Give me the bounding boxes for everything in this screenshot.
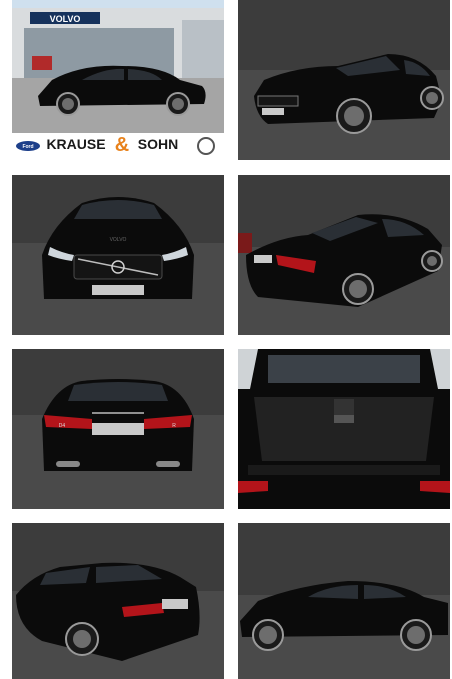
gallery-image-front-three-quarter[interactable]	[238, 0, 450, 160]
dealer-brand-sign: VOLVO	[50, 14, 81, 24]
car-photo-dealer: VOLVO Ford KRAUSE & SOHN	[12, 0, 224, 160]
svg-text:Ford: Ford	[22, 144, 33, 150]
gallery-image-dealer-side[interactable]: VOLVO Ford KRAUSE & SOHN	[12, 0, 224, 160]
dealer-ampersand: &	[115, 134, 129, 156]
car-photo-side	[238, 523, 450, 679]
dealer-name-right: SOHN	[138, 136, 178, 152]
gallery-image-rear-left-three-quarter[interactable]	[12, 523, 224, 679]
rear-badge-left: D4	[59, 423, 66, 429]
car-photo-trunk-open	[238, 349, 450, 509]
gallery-image-rear[interactable]: D4 R	[12, 349, 224, 509]
car-photo-front-three-quarter	[238, 0, 450, 160]
gallery-image-front[interactable]: VOLVO	[12, 175, 224, 335]
dealer-name-left: KRAUSE	[46, 136, 105, 152]
rear-badge-right: R	[172, 423, 176, 429]
gallery-image-rear-three-quarter[interactable]	[238, 175, 450, 335]
car-photo-rear-three-quarter	[238, 175, 450, 335]
car-photo-front: VOLVO	[12, 175, 224, 335]
gallery-image-trunk-open[interactable]	[238, 349, 450, 509]
car-photo-rear-left-three-quarter	[12, 523, 224, 679]
car-photo-rear: D4 R	[12, 349, 224, 509]
gallery-image-side[interactable]	[238, 523, 450, 679]
front-emblem-text: VOLVO	[110, 237, 127, 243]
